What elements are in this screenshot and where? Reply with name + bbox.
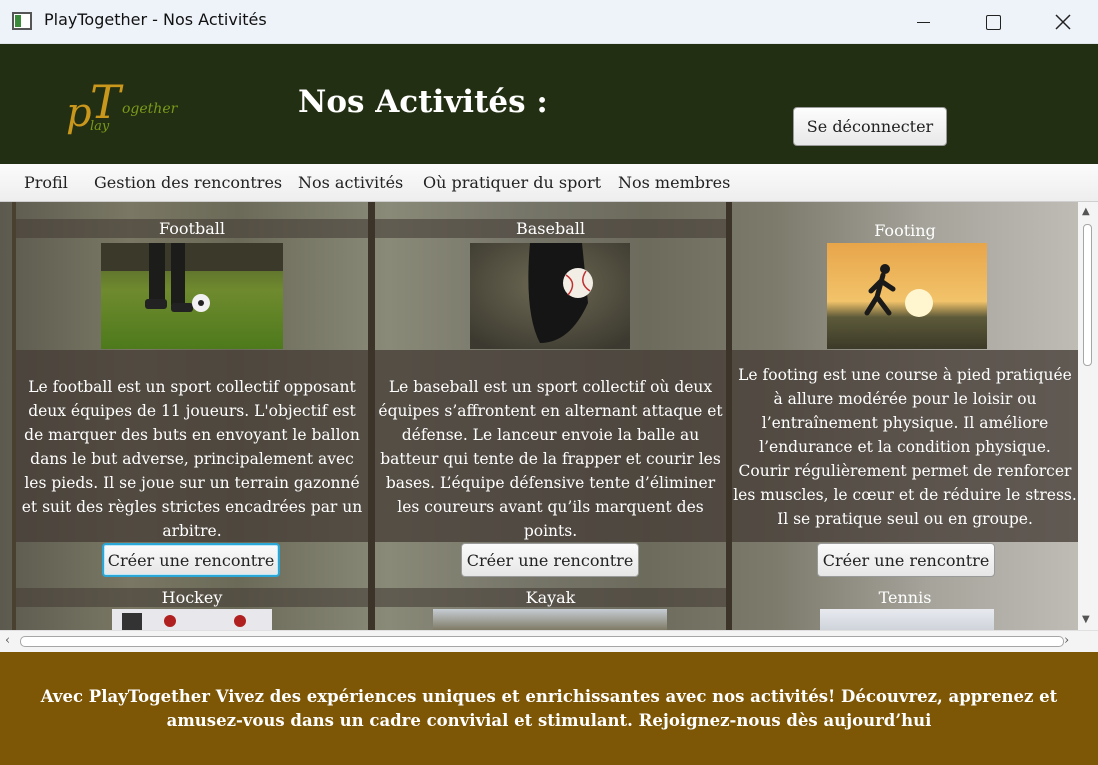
- activity-card-footing: Footing Le footing est une course à pied…: [732, 202, 1078, 582]
- activity-description: Le baseball est un sport collectif où de…: [378, 378, 723, 540]
- window-title: PlayTogether - Nos Activités: [44, 10, 267, 29]
- app-header: p T ogether lay Nos Activités : Se décon…: [0, 44, 1098, 164]
- menu-item-profil[interactable]: Profil: [24, 173, 68, 192]
- activities-scroll-pane[interactable]: Football Le football est un sport collec…: [0, 202, 1098, 652]
- footer-message: Avec PlayTogether Vivez des expériences …: [40, 687, 1058, 730]
- activity-title: Footing: [874, 221, 936, 240]
- menu-bar: Profil Gestion des rencontres Nos activi…: [0, 164, 1098, 202]
- vertical-scroll-thumb[interactable]: [1083, 224, 1092, 366]
- horizontal-scroll-thumb[interactable]: [20, 636, 1064, 647]
- minimize-button[interactable]: [888, 0, 958, 44]
- activity-title: Kayak: [375, 588, 726, 607]
- create-meeting-button-footing[interactable]: Créer une rencontre: [817, 543, 995, 577]
- activity-card-tennis: Tennis: [732, 582, 1078, 630]
- create-meeting-button-football[interactable]: Créer une rencontre: [102, 543, 280, 577]
- activity-description: Le footing est une course à pied pratiqu…: [733, 366, 1077, 528]
- activity-card-kayak: Kayak: [375, 582, 726, 630]
- tennis-image: [820, 609, 994, 630]
- maximize-button[interactable]: [958, 0, 1028, 44]
- activity-title: Hockey: [16, 588, 368, 607]
- page-title: Nos Activités :: [298, 84, 548, 120]
- horizontal-scrollbar[interactable]: ‹ ›: [0, 630, 1098, 652]
- menu-item-nos-activites[interactable]: Nos activités: [298, 173, 403, 192]
- vertical-scrollbar[interactable]: ▲ ▼: [1078, 202, 1098, 630]
- activity-description: Le football est un sport collectif oppos…: [21, 378, 363, 540]
- activity-title: Football: [16, 219, 368, 238]
- app-window-icon: [12, 12, 32, 30]
- scroll-right-icon[interactable]: ›: [1064, 633, 1069, 648]
- menu-item-gestion-rencontres[interactable]: Gestion des rencontres: [94, 173, 282, 192]
- scroll-left-icon[interactable]: ‹: [5, 633, 10, 648]
- close-button[interactable]: [1028, 0, 1098, 44]
- activity-card-football: Football Le football est un sport collec…: [16, 202, 368, 582]
- activity-title: Tennis: [878, 588, 932, 607]
- playtogether-logo: p T ogether lay: [66, 75, 179, 136]
- svg-text:p: p: [66, 90, 92, 136]
- activity-card-hockey: Hockey: [16, 582, 368, 630]
- close-icon: [1055, 14, 1071, 30]
- window-titlebar: PlayTogether - Nos Activités: [0, 0, 1098, 44]
- menu-item-ou-pratiquer[interactable]: Où pratiquer du sport: [423, 173, 601, 192]
- activity-card-baseball: Baseball Le baseball est un sport collec…: [375, 202, 726, 582]
- scroll-up-icon[interactable]: ▲: [1082, 206, 1090, 217]
- logout-button[interactable]: Se déconnecter: [793, 107, 947, 146]
- menu-item-nos-membres[interactable]: Nos membres: [618, 173, 730, 192]
- app-footer: Avec PlayTogether Vivez des expériences …: [0, 652, 1098, 765]
- baseball-image: [470, 243, 630, 349]
- footing-image: [827, 243, 987, 349]
- svg-text:lay: lay: [90, 119, 110, 134]
- scroll-down-icon[interactable]: ▼: [1082, 614, 1090, 625]
- kayak-image: [433, 609, 667, 630]
- svg-text:ogether: ogether: [122, 101, 179, 117]
- create-meeting-button-baseball[interactable]: Créer une rencontre: [461, 543, 639, 577]
- activity-title: Baseball: [375, 219, 726, 238]
- football-image: [101, 243, 283, 349]
- hockey-image: [112, 609, 272, 630]
